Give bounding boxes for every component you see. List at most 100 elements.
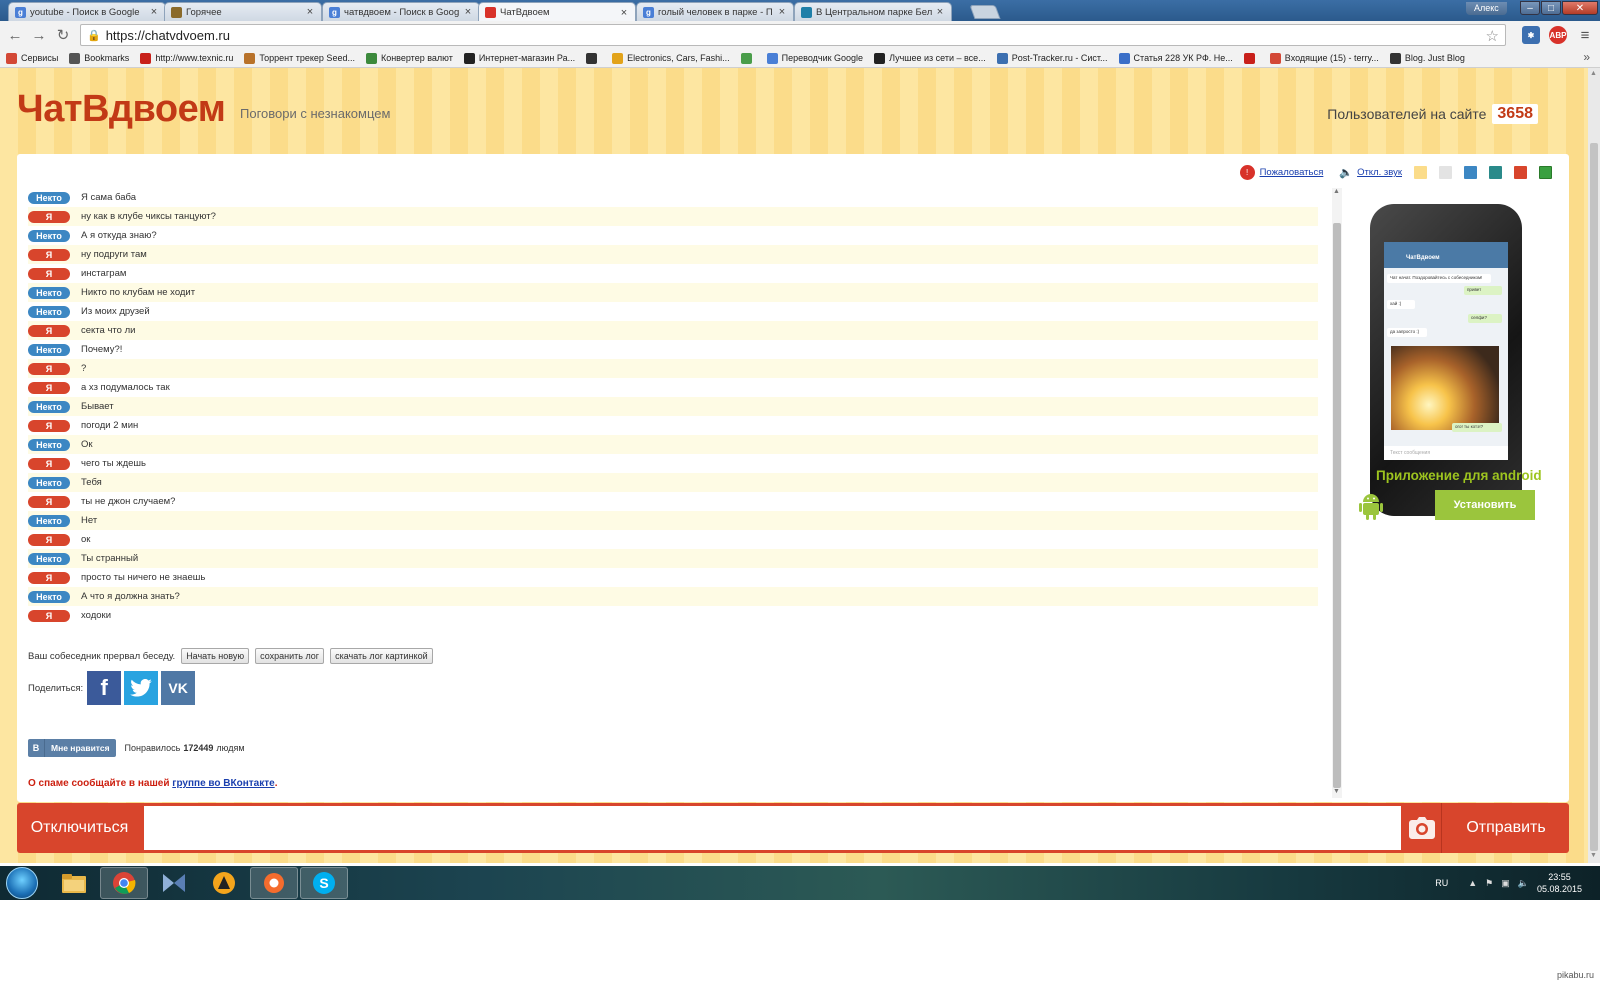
maximize-button[interactable]: □ [1541, 1, 1561, 15]
close-tab-icon[interactable]: × [149, 6, 159, 18]
message-input[interactable] [144, 806, 1401, 850]
bookmark-item[interactable]: Переводчик Google [766, 52, 863, 64]
save-log-button[interactable]: сохранить лог [255, 648, 325, 664]
bookmark-item[interactable] [740, 52, 756, 64]
stranger-badge: Некто [28, 305, 70, 318]
theme-swatch[interactable] [1539, 166, 1552, 179]
send-photo-button[interactable] [1402, 803, 1442, 853]
reload-button[interactable]: ↻ [54, 26, 72, 44]
close-tab-icon[interactable]: × [935, 6, 945, 18]
bookmark-label: Blog. Just Blog [1404, 53, 1465, 63]
chat-scroll-down-arrow[interactable]: ▼ [1333, 788, 1340, 795]
minimize-button[interactable]: – [1520, 1, 1540, 15]
camera-icon [1408, 817, 1435, 839]
bookmark-item[interactable]: Конвертер валют [365, 52, 453, 64]
adblock-icon[interactable]: ABP [1549, 26, 1567, 44]
new-tab-button[interactable] [969, 5, 1001, 19]
report-link[interactable]: Пожаловаться [1260, 167, 1324, 178]
message-list: Некто Я сама баба Яну как в клубе чиксы та… [28, 188, 1318, 625]
address-bar[interactable]: 🔒 https://chatvdvoem.ru ☆ [80, 24, 1506, 46]
theme-swatch[interactable] [1414, 166, 1427, 179]
watermark: pikabu.ru [1556, 970, 1594, 980]
bookmark-item[interactable]: Интернет-магазин Ра... [463, 52, 575, 64]
stranger-badge: Некто [28, 476, 70, 489]
facebook-share-icon[interactable]: f [87, 671, 122, 705]
start-button[interactable] [6, 867, 38, 899]
close-tab-icon[interactable]: × [777, 6, 787, 18]
new-chat-button[interactable]: Начать новую [181, 648, 250, 664]
bookmark-item[interactable]: Сервисы [6, 52, 58, 64]
clock[interactable]: 23:55 05.08.2015 [1537, 871, 1582, 895]
close-tab-icon[interactable]: × [305, 6, 315, 18]
browser-tab[interactable]: g голый человек в парке - П × [636, 2, 794, 21]
bookmark-label: Конвертер валют [380, 53, 453, 63]
close-tab-icon[interactable]: × [463, 6, 473, 18]
profile-button[interactable]: Алекс [1466, 2, 1507, 15]
theme-swatch[interactable] [1439, 166, 1452, 179]
report-icon[interactable]: ! [1239, 165, 1255, 180]
action-center-flag-icon[interactable]: ⚑ [1485, 878, 1493, 889]
stranger-badge: Некто [28, 286, 70, 299]
message-text: Никто по клубам не ходит [81, 287, 196, 298]
theme-swatch[interactable] [1464, 166, 1477, 179]
bookmarks-overflow-icon[interactable]: » [1583, 50, 1590, 64]
twitter-share-icon[interactable] [124, 671, 159, 705]
bookmark-item[interactable]: Лучшее из сети – все... [874, 52, 986, 64]
media-player-taskbar-icon[interactable] [150, 867, 198, 899]
browser-tab[interactable]: g чатвдвоем - Поиск в Goog × [322, 2, 480, 21]
scrollbar-thumb[interactable] [1590, 143, 1598, 851]
browser-tab[interactable]: В Центральном парке Бел × [794, 2, 952, 21]
tray-expand-icon[interactable]: ▲ [1468, 878, 1477, 888]
close-window-button[interactable]: ✕ [1562, 1, 1598, 15]
language-indicator[interactable]: RU [1435, 878, 1448, 888]
menu-icon[interactable]: ≡ [1576, 26, 1594, 44]
network-icon[interactable]: ▣ [1501, 878, 1510, 889]
vk-group-link[interactable]: группе во ВКонтакте [172, 778, 274, 789]
vk-like-button[interactable]: В Мне нравится [28, 739, 116, 757]
scroll-up-arrow[interactable]: ▲ [1590, 70, 1597, 77]
skype-taskbar-icon[interactable]: S [300, 867, 348, 899]
theme-swatch[interactable] [1514, 166, 1527, 179]
bookmark-item[interactable]: Bookmarks [69, 52, 129, 64]
close-tab-icon[interactable]: × [619, 7, 629, 19]
install-app-button[interactable]: Установить [1435, 490, 1535, 520]
browser-tab[interactable]: g youtube - Поиск в Google × [8, 2, 166, 21]
disconnect-button[interactable]: Отключиться [17, 803, 142, 853]
volume-icon[interactable]: 🔈 [1518, 878, 1529, 889]
back-button[interactable]: ← [6, 26, 24, 44]
scroll-down-arrow[interactable]: ▼ [1590, 852, 1597, 859]
bookmark-item[interactable]: Торрент трекер Seed... [244, 52, 355, 64]
browser-tab[interactable]: Горячее × [164, 2, 322, 21]
bookmark-item[interactable]: Статья 228 УК РФ. Не... [1118, 52, 1233, 64]
forward-button[interactable]: → [30, 26, 48, 44]
bookmark-item[interactable]: Electronics, Cars, Fashi... [612, 52, 730, 64]
message-text: Ок [81, 439, 93, 450]
chat-scrollbar[interactable]: ▲ ▼ [1332, 188, 1342, 798]
vk-share-icon[interactable]: VK [161, 671, 196, 705]
chat-scroll-up-arrow[interactable]: ▲ [1333, 188, 1340, 195]
origin-taskbar-icon[interactable] [250, 867, 298, 899]
chat-scrollbar-thumb[interactable] [1333, 223, 1341, 788]
send-button[interactable]: Отправить [1443, 803, 1569, 853]
bookmark-item[interactable] [1243, 52, 1259, 64]
mute-sound-link[interactable]: Откл. звук [1357, 167, 1402, 178]
chrome-taskbar-icon[interactable] [100, 867, 148, 899]
promo-bubble: селфи? [1468, 314, 1502, 323]
theme-swatch[interactable] [1489, 166, 1502, 179]
page-scrollbar[interactable]: ▲ ▼ [1588, 68, 1600, 863]
bookmark-item[interactable] [586, 52, 601, 64]
browser-tab[interactable]: ЧатВдвоем × [478, 2, 636, 22]
explorer-taskbar-icon[interactable] [50, 867, 98, 899]
bookmark-star-icon[interactable]: ☆ [1486, 27, 1499, 45]
bookmark-item[interactable]: http://www.texnic.ru [140, 52, 233, 64]
message-text: Нет [81, 515, 98, 526]
speaker-icon[interactable]: 🔈 [1339, 166, 1353, 179]
tab-title: ЧатВдвоем [500, 7, 550, 18]
site-logo[interactable]: ЧатВдвоем [17, 88, 226, 131]
bookmark-item[interactable]: Входящие (15) - terry... [1269, 52, 1379, 64]
download-log-image-button[interactable]: скачать лог картинкой [330, 648, 433, 664]
bookmark-item[interactable]: Post-Tracker.ru - Сист... [996, 52, 1108, 64]
extension-puzzle-icon[interactable]: ✱ [1522, 26, 1540, 44]
bookmark-item[interactable]: Blog. Just Blog [1389, 52, 1465, 64]
aimp-taskbar-icon[interactable] [200, 867, 248, 899]
